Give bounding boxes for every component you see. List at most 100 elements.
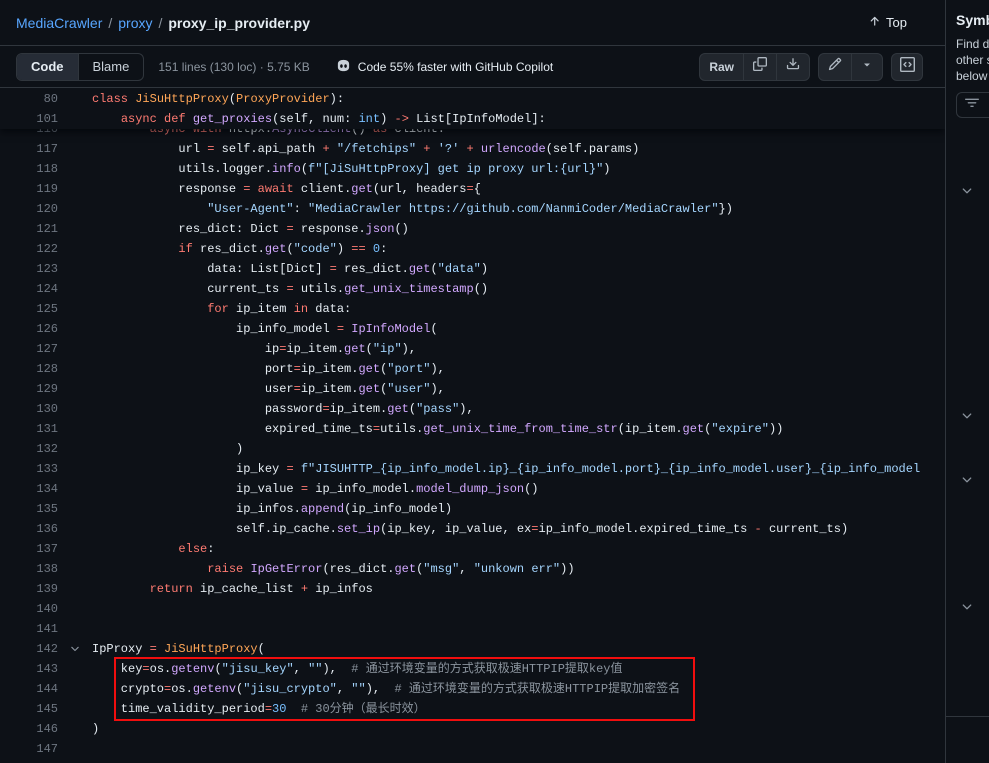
fold-spacer <box>58 619 92 639</box>
fold-spacer <box>58 559 92 579</box>
line-number[interactable]: 138 <box>0 559 58 579</box>
symbol-group-chevron-down-icon[interactable] <box>960 409 976 425</box>
code-line: 147 <box>0 739 945 759</box>
line-number[interactable]: 134 <box>0 479 58 499</box>
code-line: 139 return ip_cache_list + ip_infos <box>0 579 945 599</box>
line-number[interactable]: 140 <box>0 599 58 619</box>
raw-button[interactable]: Raw <box>700 54 743 80</box>
tab-code[interactable]: Code <box>17 54 78 80</box>
back-to-top-button[interactable]: Top <box>868 15 907 31</box>
copy-raw-button[interactable] <box>743 54 776 80</box>
code-text: key=os.getenv("jisu_key", ""), # 通过环境变量的… <box>92 659 945 679</box>
fold-chevron-icon[interactable] <box>58 639 92 659</box>
copilot-banner-text: Code 55% faster with GitHub Copilot <box>358 60 553 74</box>
code-text: self.ip_cache.set_ip(ip_key, ip_value, e… <box>92 519 945 539</box>
code-blame-switch: Code Blame <box>16 53 144 81</box>
code-text: url = self.api_path + "/fetchips" + '?' … <box>92 139 945 159</box>
fold-spacer <box>58 339 92 359</box>
line-number[interactable]: 119 <box>0 179 58 199</box>
line-number[interactable]: 124 <box>0 279 58 299</box>
code-text: data: List[Dict] = res_dict.get("data") <box>92 259 945 279</box>
fold-spacer <box>58 179 92 199</box>
symbol-group-chevron-down-icon[interactable] <box>960 473 976 489</box>
code-line: 129 user=ip_item.get("user"), <box>0 379 945 399</box>
github-code-view: MediaCrawler / proxy / proxy_ip_provider… <box>0 0 989 763</box>
fold-spacer <box>58 459 92 479</box>
code-line: 101 async def get_proxies(self, num: int… <box>0 109 945 129</box>
download-raw-button[interactable] <box>776 54 809 80</box>
symbols-panel-title: Symbols <box>946 0 989 28</box>
code-line: 119 response = await client.get(url, hea… <box>0 179 945 199</box>
line-number[interactable]: 121 <box>0 219 58 239</box>
line-number[interactable]: 127 <box>0 339 58 359</box>
breadcrumb: MediaCrawler / proxy / proxy_ip_provider… <box>0 0 945 45</box>
line-number[interactable]: 123 <box>0 259 58 279</box>
fold-spacer <box>58 199 92 219</box>
code-line: 132 ) <box>0 439 945 459</box>
code-line: 121 res_dict: Dict = response.json() <box>0 219 945 239</box>
line-number[interactable]: 142 <box>0 639 58 659</box>
line-number[interactable]: 122 <box>0 239 58 259</box>
edit-options-button[interactable] <box>851 54 882 80</box>
line-number[interactable]: 137 <box>0 539 58 559</box>
line-number[interactable]: 143 <box>0 659 58 679</box>
code-line: 142IpProxy = JiSuHttpProxy( <box>0 639 945 659</box>
code-line: 143 key=os.getenv("jisu_key", ""), # 通过环… <box>0 659 945 679</box>
copilot-banner[interactable]: Code 55% faster with GitHub Copilot <box>336 58 553 76</box>
symbols-description-line: Find definitions and references for func… <box>956 36 989 52</box>
line-number[interactable]: 125 <box>0 299 58 319</box>
fold-spacer <box>58 719 92 739</box>
breadcrumb-separator: / <box>158 15 162 31</box>
code-line: 123 data: List[Dict] = res_dict.get("dat… <box>0 259 945 279</box>
sticky-context-lines: 80class JiSuHttpProxy(ProxyProvider):101… <box>0 88 945 129</box>
line-number[interactable]: 132 <box>0 439 58 459</box>
code-line: 136 self.ip_cache.set_ip(ip_key, ip_valu… <box>0 519 945 539</box>
code-text: "User-Agent": "MediaCrawler https://gith… <box>92 199 945 219</box>
line-number[interactable]: 136 <box>0 519 58 539</box>
code-line: 144 crypto=os.getenv("jisu_crypto", ""),… <box>0 679 945 699</box>
code-line: 138 raise IpGetError(res_dict.get("msg",… <box>0 559 945 579</box>
line-number[interactable]: 147 <box>0 739 58 759</box>
line-number[interactable]: 129 <box>0 379 58 399</box>
line-number[interactable]: 130 <box>0 399 58 419</box>
symbol-group-chevron-down-icon[interactable] <box>960 600 976 616</box>
fold-spacer <box>58 539 92 559</box>
fold-spacer <box>58 439 92 459</box>
line-number[interactable]: 118 <box>0 159 58 179</box>
line-number[interactable]: 133 <box>0 459 58 479</box>
code-line: 124 current_ts = utils.get_unix_timestam… <box>0 279 945 299</box>
line-number[interactable]: 120 <box>0 199 58 219</box>
code-text: ) <box>92 439 945 459</box>
breadcrumb-separator: / <box>108 15 112 31</box>
symbol-group-chevron-down-icon[interactable] <box>960 184 976 200</box>
code-text: password=ip_item.get("pass"), <box>92 399 945 419</box>
tab-blame[interactable]: Blame <box>78 54 144 80</box>
breadcrumb-folder-link[interactable]: proxy <box>118 15 152 31</box>
code-text: ip_value = ip_info_model.model_dump_json… <box>92 479 945 499</box>
line-number[interactable]: 101 <box>0 109 58 129</box>
line-number[interactable]: 126 <box>0 319 58 339</box>
arrow-up-icon <box>868 15 881 31</box>
line-number[interactable]: 128 <box>0 359 58 379</box>
line-number[interactable]: 141 <box>0 619 58 639</box>
chevron-down-icon <box>861 58 873 76</box>
line-number[interactable]: 131 <box>0 419 58 439</box>
code-line: 137 else: <box>0 539 945 559</box>
breadcrumb-repo-link[interactable]: MediaCrawler <box>16 15 102 31</box>
code-text: utils.logger.info(f"[JiSuHttpProxy] get … <box>92 159 945 179</box>
filter-symbols-input[interactable] <box>956 92 989 118</box>
line-number[interactable]: 80 <box>0 89 58 109</box>
line-number[interactable]: 146 <box>0 719 58 739</box>
code-text <box>92 599 945 619</box>
symbols-panel-toggle-button[interactable] <box>891 53 923 81</box>
fold-spacer <box>58 359 92 379</box>
line-number[interactable]: 139 <box>0 579 58 599</box>
fold-spacer <box>58 399 92 419</box>
line-number[interactable]: 117 <box>0 139 58 159</box>
line-number[interactable]: 144 <box>0 679 58 699</box>
symbols-panel-icon <box>900 57 915 77</box>
line-number[interactable]: 145 <box>0 699 58 719</box>
fold-spacer <box>58 299 92 319</box>
edit-file-button[interactable] <box>819 54 851 80</box>
line-number[interactable]: 135 <box>0 499 58 519</box>
